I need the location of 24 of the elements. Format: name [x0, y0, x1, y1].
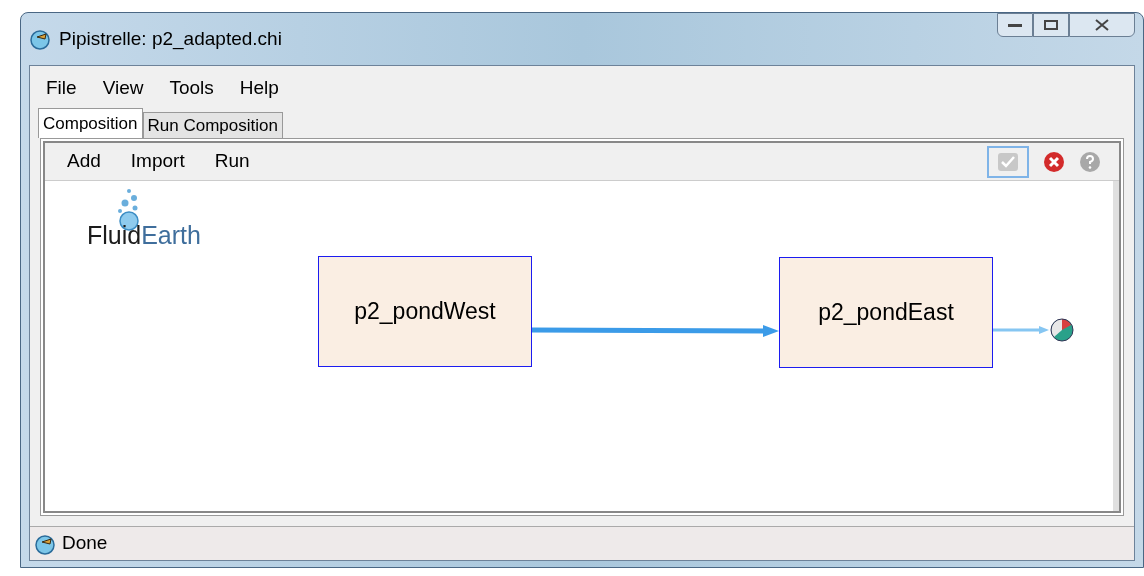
tab[interactable]: Run Composition — [142, 112, 283, 138]
maximize-button[interactable] — [1033, 13, 1069, 37]
close-icon — [1094, 19, 1110, 31]
component-node[interactable]: p2_pondEast — [779, 257, 993, 368]
status-icon — [34, 532, 56, 555]
check-icon — [997, 151, 1019, 172]
menu-item[interactable]: View — [94, 74, 152, 104]
window-title: Pipistrelle: p2_adapted.chi — [59, 26, 282, 52]
link-arrow — [993, 325, 1049, 335]
close-button[interactable] — [1069, 13, 1135, 37]
toolbar-item[interactable]: Run — [204, 147, 260, 176]
minimize-button[interactable] — [997, 13, 1033, 37]
menu-item[interactable]: Tools — [161, 74, 222, 104]
component-node[interactable]: p2_pondWest — [318, 256, 532, 367]
menu-item[interactable]: Help — [231, 74, 287, 104]
app-icon — [29, 28, 51, 50]
menu-item[interactable]: File — [38, 74, 85, 104]
tab[interactable]: Composition — [38, 108, 143, 138]
status-text: Done — [62, 531, 108, 556]
toolbar-item[interactable]: Import — [120, 147, 195, 176]
check-button[interactable] — [987, 145, 1029, 178]
cancel-icon[interactable] — [1043, 150, 1065, 173]
toolbar-item[interactable]: Add — [57, 147, 111, 176]
logo-text: FluidEarth — [87, 223, 201, 248]
